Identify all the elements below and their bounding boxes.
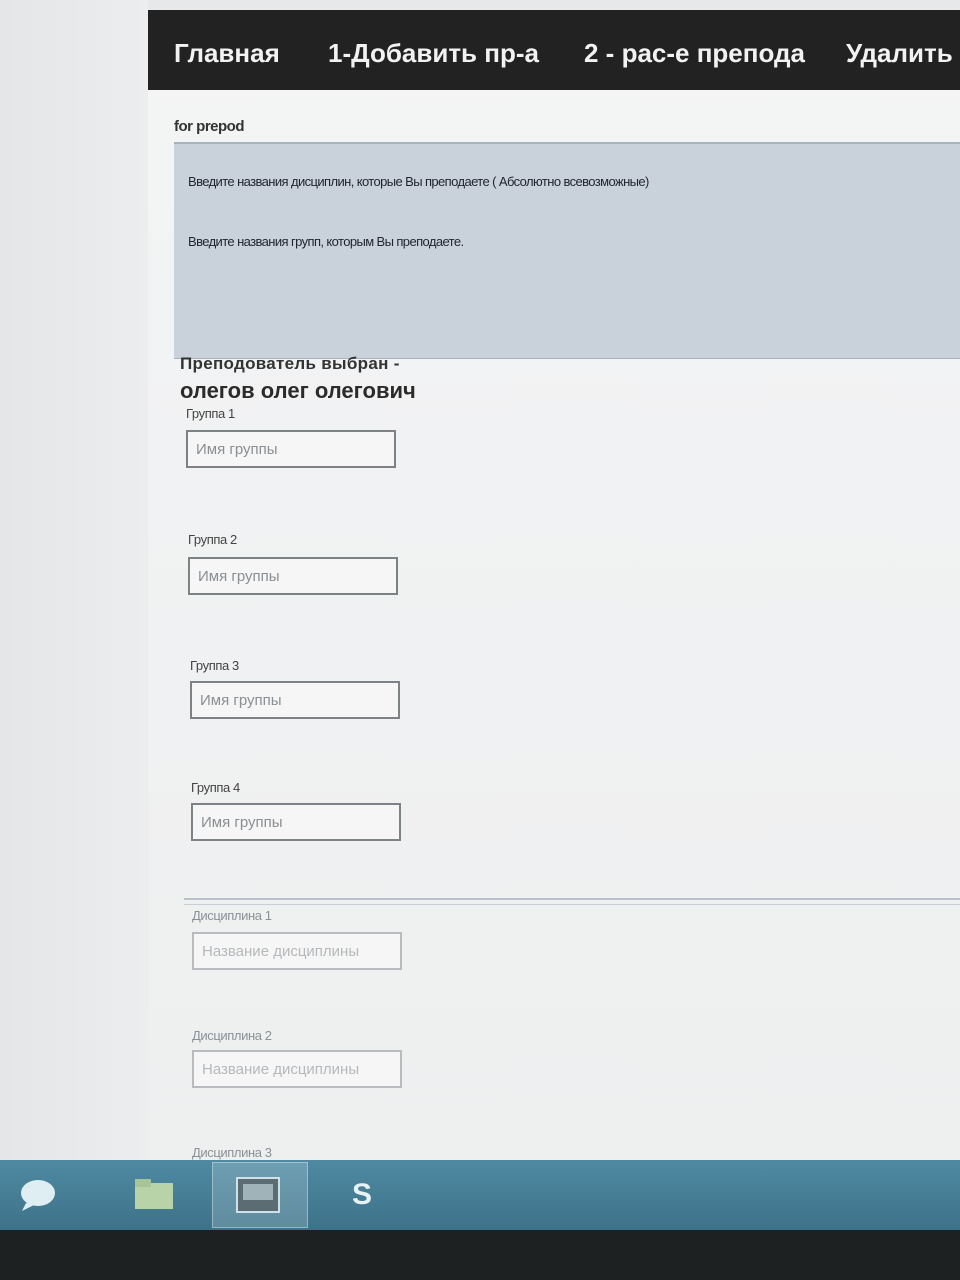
- group-4-label: Группа 4: [191, 780, 240, 795]
- discipline-2-label: Дисциплина 2: [192, 1028, 272, 1043]
- discipline-1-label: Дисциплина 1: [192, 908, 272, 923]
- nav-home[interactable]: Главная: [174, 38, 280, 69]
- screen-left-margin: [0, 0, 148, 1160]
- info-disciplines-text: Введите названия дисциплин, которые Вы п…: [188, 174, 649, 189]
- window-icon[interactable]: [232, 1170, 284, 1220]
- os-taskbar: S: [0, 1160, 960, 1230]
- nav-teacher-schedule[interactable]: 2 - рас-е препода: [584, 38, 805, 69]
- group-1-input[interactable]: [186, 430, 396, 468]
- group-3-label: Группа 3: [190, 658, 239, 673]
- info-panel: Введите названия дисциплин, которые Вы п…: [174, 142, 960, 359]
- group-2-label: Группа 2: [188, 532, 237, 547]
- monitor-frame-bottom: [0, 1230, 960, 1280]
- group-2-input[interactable]: [188, 557, 398, 595]
- selected-teacher-label: Преподователь выбран -: [180, 354, 400, 373]
- web-page: Главная 1-Добавить пр-а 2 - рас-е препод…: [148, 10, 960, 1160]
- nav-delete[interactable]: Удалить: [846, 38, 953, 69]
- discipline-2-input[interactable]: [192, 1050, 402, 1088]
- selected-teacher-name: олегов олег олегович: [180, 378, 416, 403]
- folder-icon[interactable]: [128, 1170, 180, 1220]
- discipline-3-label: Дисциплина 3: [192, 1145, 272, 1160]
- skype-icon[interactable]: S: [336, 1170, 388, 1220]
- group-4-input[interactable]: [191, 803, 401, 841]
- form-title: for prepod: [174, 118, 245, 135]
- info-groups-text: Введите названия групп, которым Вы препо…: [188, 234, 464, 249]
- top-navbar: Главная 1-Добавить пр-а 2 - рас-е препод…: [148, 10, 960, 90]
- group-3-input[interactable]: [190, 681, 400, 719]
- group-1-label: Группа 1: [186, 406, 235, 421]
- section-divider: [184, 898, 960, 905]
- discipline-1-input[interactable]: [192, 932, 402, 970]
- nav-add-teacher[interactable]: 1-Добавить пр-а: [328, 38, 539, 69]
- chat-icon[interactable]: [12, 1170, 64, 1220]
